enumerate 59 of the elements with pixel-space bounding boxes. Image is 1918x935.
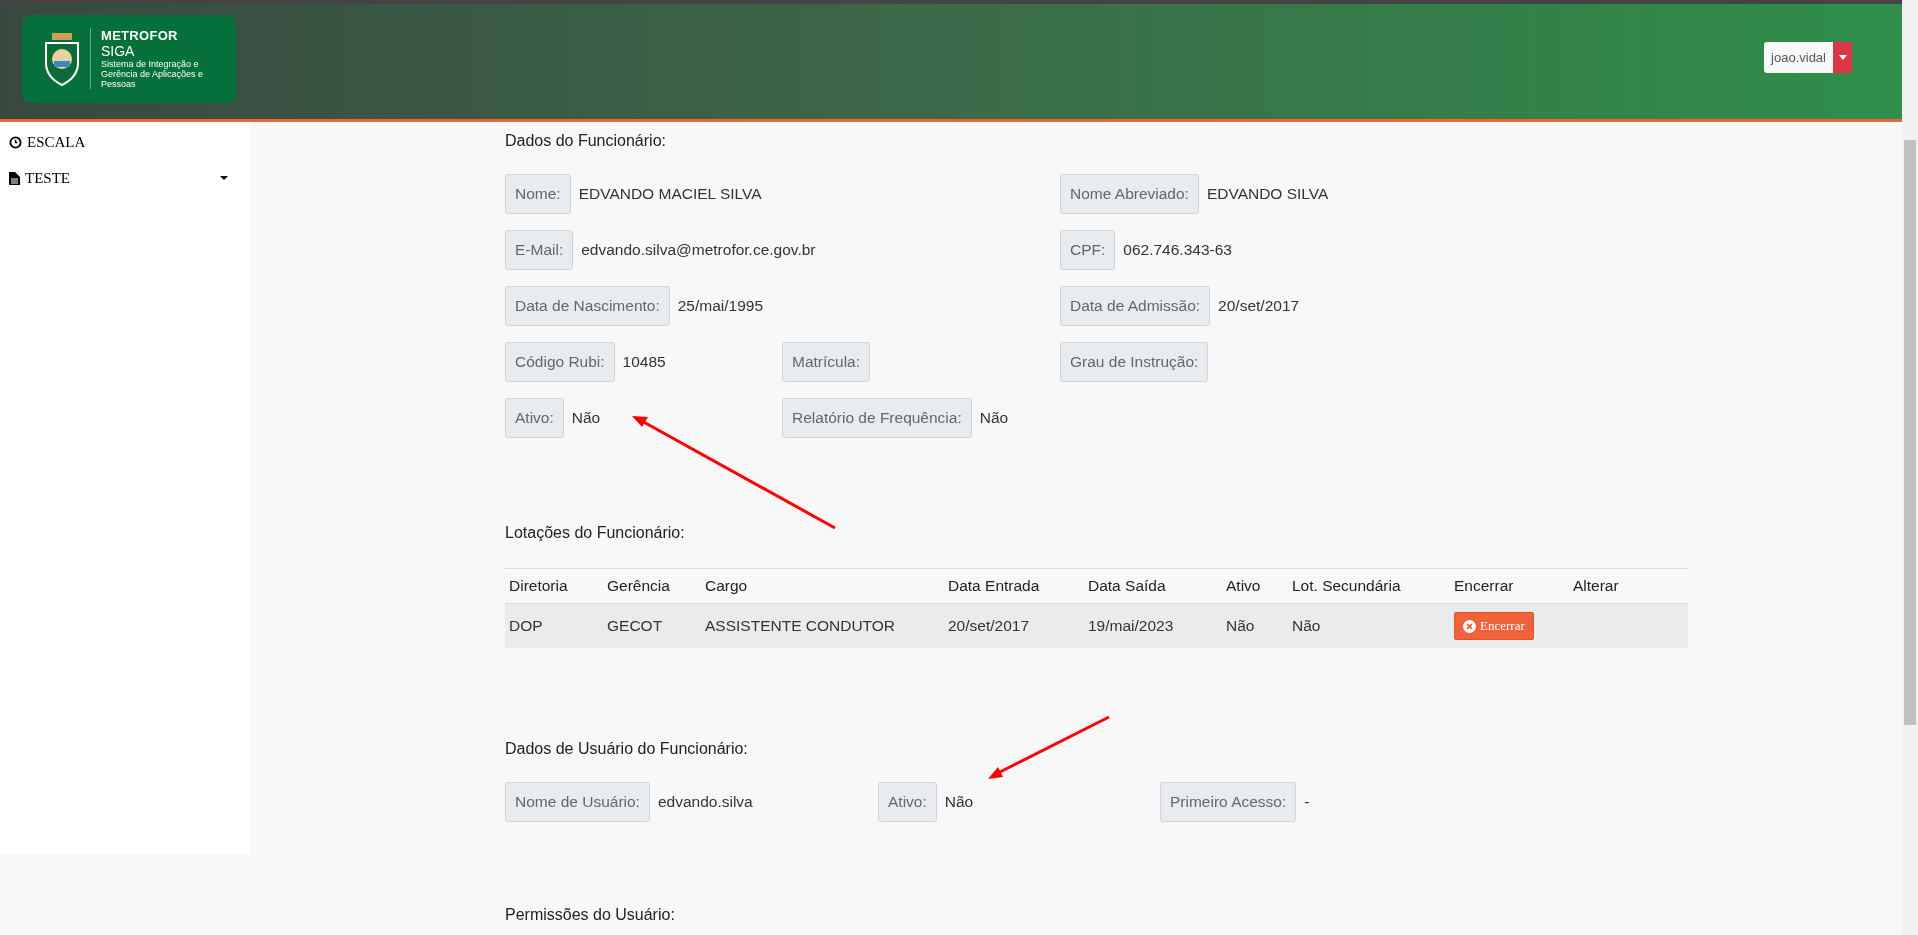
column-header: Ativo: [1222, 568, 1288, 604]
caret-icon: [220, 176, 228, 180]
logo-title: METROFOR: [101, 28, 179, 43]
field-label: Ativo:: [878, 782, 937, 822]
field-label: Data de Nascimento:: [505, 286, 670, 326]
field-value: 10485: [621, 353, 666, 371]
field-value: Não: [570, 409, 601, 427]
section-title: Dados do Funcionário:: [505, 132, 667, 150]
field-value: EDVANDO MACIEL SILVA: [577, 185, 762, 203]
logo-subtitle: SIGA: [101, 43, 136, 59]
sidebar-item[interactable]: ESCALA: [0, 124, 250, 160]
column-header: Alterar: [1569, 568, 1688, 604]
section-title: Permissões do Usuário:: [505, 906, 676, 924]
field-value: -: [1303, 793, 1310, 811]
column-header: Diretoria: [505, 568, 603, 604]
coat-of-arms-icon: [42, 30, 82, 87]
table-cell: GECOT: [603, 603, 701, 648]
field-label: CPF:: [1060, 230, 1116, 270]
field-label: Nome de Usuário:: [505, 782, 650, 822]
table-cell: Não: [1222, 603, 1288, 648]
table-cell: Não: [1288, 603, 1450, 648]
dropdown-toggle[interactable]: [1833, 42, 1852, 73]
column-header: Cargo: [701, 568, 944, 604]
document-icon: [9, 171, 20, 185]
section-title: Dados de Usuário do Funcionário:: [505, 740, 749, 758]
field-value: edvando.silva: [656, 793, 753, 811]
field-value: 20/set/2017: [1217, 297, 1300, 315]
column-header: Data Entrada: [944, 568, 1084, 604]
field-label: Data de Admissão:: [1060, 286, 1211, 326]
field-value: 062.746.343-63: [1122, 241, 1232, 259]
column-header: Lot. Secundária: [1288, 568, 1450, 604]
close-icon: [1463, 619, 1476, 633]
column-header: Data Saída: [1084, 568, 1222, 604]
field-label: E-Mail:: [505, 230, 574, 270]
field-value: Não: [978, 409, 1009, 427]
sidebar-item[interactable]: TESTE: [0, 160, 250, 196]
field-label: Primeiro Acesso:: [1160, 782, 1297, 822]
field-label: Relatório de Frequência:: [782, 398, 972, 438]
table-cell: 20/set/2017: [944, 603, 1084, 648]
field-value: edvando.silva@metrofor.ce.gov.br: [580, 241, 816, 259]
field-label: Ativo:: [505, 398, 564, 438]
field-value: Não: [943, 793, 974, 811]
column-header: Encerrar: [1450, 568, 1569, 604]
field-label: Nome Abreviado:: [1060, 174, 1199, 214]
field-value: 25/mai/1995: [676, 297, 764, 315]
field-label: Nome:: [505, 174, 571, 214]
table-cell: ASSISTENTE CONDUTOR: [701, 603, 944, 648]
logo-tagline: Sistema de Integração e Gerência de Aplicações e Pessoas: [101, 59, 205, 89]
table-cell: DOP: [505, 603, 603, 648]
clock-icon: [9, 135, 22, 149]
field-label: Grau de Instrução:: [1060, 342, 1209, 382]
column-header: Gerência: [603, 568, 701, 604]
field-value: EDVANDO SILVA: [1205, 185, 1329, 203]
caret-icon: [1838, 55, 1847, 60]
field-label: Matrícula:: [782, 342, 871, 382]
section-title: Lotações do Funcionário:: [505, 524, 686, 542]
field-label: Código Rubi:: [505, 342, 615, 382]
user-menu-button[interactable]: joao.vidal: [1764, 42, 1833, 73]
table-cell: 19/mai/2023: [1084, 603, 1222, 648]
